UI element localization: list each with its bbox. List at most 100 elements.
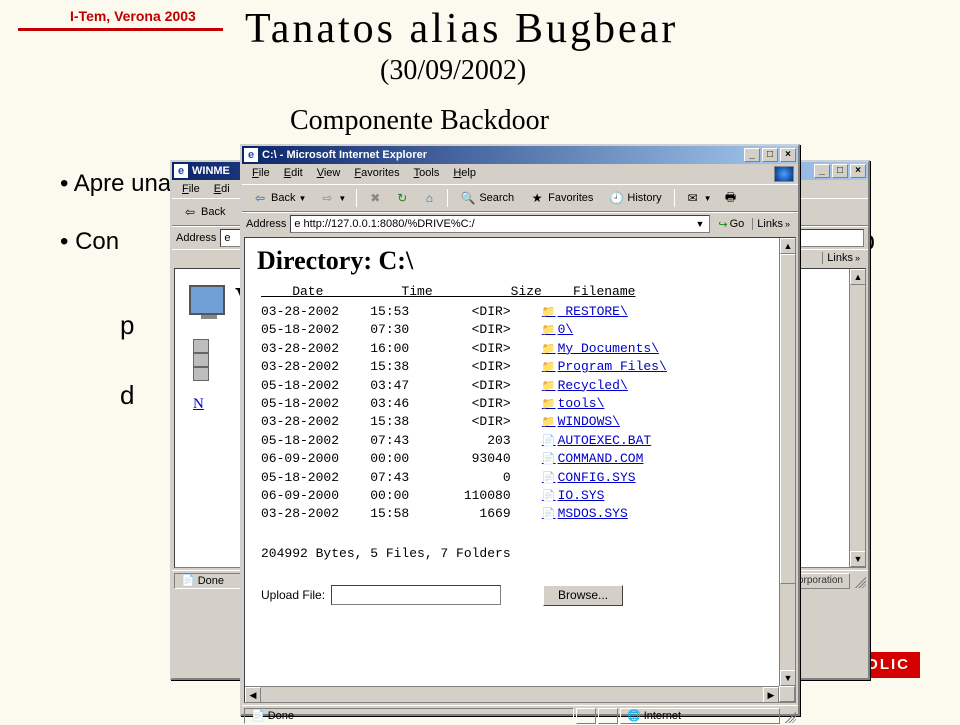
upload-path-input[interactable] <box>331 585 501 605</box>
file-link[interactable]: MSDOS.SYS <box>542 506 628 521</box>
address-dropdown[interactable]: ▼ <box>693 219 706 229</box>
forward-button[interactable]: ⇨▼ <box>315 187 350 209</box>
maximize-button[interactable]: □ <box>832 164 848 178</box>
menu-file[interactable]: File <box>246 166 276 182</box>
folder-link[interactable]: Recycled\ <box>542 378 628 393</box>
links-toolbar[interactable]: Links » <box>822 252 864 264</box>
drive-link-n[interactable]: N <box>193 396 204 412</box>
upload-label: Upload File: <box>261 588 325 602</box>
history-icon: 🕘 <box>608 190 624 206</box>
listing-row: 06-09-2000 00:00 93040 COMMAND.COM <box>261 450 763 468</box>
back-button[interactable]: ⇦Back <box>176 201 231 223</box>
mail-icon: ✉ <box>685 190 701 206</box>
window-title-directory: C:\ - Microsoft Internet Explorer <box>262 149 427 161</box>
menu-tools[interactable]: Tools <box>408 166 446 182</box>
scroll-down-button[interactable]: ▼ <box>780 670 796 686</box>
vertical-scrollbar[interactable]: ▲ ▼ <box>849 269 865 567</box>
drive-icon <box>193 339 209 353</box>
listing-row: 03-28-2002 16:00 <DIR> My Documents\ <box>261 340 763 358</box>
back-button[interactable]: ⇦Back ▼ <box>246 187 312 209</box>
print-icon: 🖶 <box>723 190 739 206</box>
maximize-button[interactable]: □ <box>762 148 778 162</box>
refresh-icon: ↻ <box>394 190 410 206</box>
folder-link[interactable]: WINDOWS\ <box>542 414 620 429</box>
slide-tag: I-Tem, Verona 2003 <box>70 8 196 24</box>
back-arrow-icon: ⇦ <box>252 190 268 206</box>
scroll-left-button[interactable]: ◀ <box>245 687 261 703</box>
file-link[interactable]: CONFIG.SYS <box>542 470 636 485</box>
minimize-button[interactable]: _ <box>744 148 760 162</box>
horizontal-scrollbar[interactable]: ◀ ▶ <box>245 686 779 702</box>
home-icon: ⌂ <box>421 190 437 206</box>
titlebar-directory[interactable]: e C:\ - Microsoft Internet Explorer _ □ … <box>242 146 798 164</box>
directory-listing: 03-28-2002 15:53 <DIR> _RESTORE\05-18-20… <box>245 303 779 532</box>
folder-link[interactable]: _RESTORE\ <box>542 304 628 319</box>
scroll-down-button[interactable]: ▼ <box>850 551 866 567</box>
close-button[interactable]: × <box>850 164 866 178</box>
menu-edit[interactable]: Edit <box>278 166 309 182</box>
globe-icon: 🌐 <box>627 709 641 722</box>
go-icon: ↪ <box>718 218 727 231</box>
menu-help[interactable]: Help <box>447 166 482 182</box>
favorites-button[interactable]: ★Favorites <box>523 187 599 209</box>
menu-view[interactable]: View <box>311 166 347 182</box>
folder-link[interactable]: Program Files\ <box>542 359 667 374</box>
slide-section: Componente Backdoor <box>290 105 549 137</box>
listing-header: Date Time Size Filename <box>245 284 779 303</box>
toolbar-directory: ⇦Back ▼ ⇨▼ ✖ ↻ ⌂ 🔍Search ★Favorites 🕘His… <box>242 184 798 212</box>
ie-brand-icon <box>774 166 794 182</box>
address-label: Address <box>176 232 216 244</box>
refresh-button[interactable]: ↻ <box>390 187 414 209</box>
scroll-up-button[interactable]: ▲ <box>780 238 796 254</box>
vertical-scrollbar[interactable]: ▲ ▼ <box>779 238 795 702</box>
home-button[interactable]: ⌂ <box>417 187 441 209</box>
resize-grip[interactable] <box>782 709 796 723</box>
menu-edit[interactable]: Edi <box>208 182 236 196</box>
browse-button[interactable]: Browse... <box>543 585 623 606</box>
file-link[interactable]: COMMAND.COM <box>542 451 644 466</box>
menubar-directory: File Edit View Favorites Tools Help <box>242 164 798 184</box>
search-button[interactable]: 🔍Search <box>454 187 520 209</box>
computer-icon <box>189 285 225 315</box>
page-icon: e <box>224 232 230 244</box>
go-button[interactable]: ↪Go <box>714 218 748 231</box>
folder-link[interactable]: tools\ <box>542 396 605 411</box>
scroll-corner <box>779 686 795 702</box>
history-button[interactable]: 🕘History <box>602 187 667 209</box>
stop-button[interactable]: ✖ <box>363 187 387 209</box>
stop-icon: ✖ <box>367 190 383 206</box>
ie-icon: e <box>174 164 188 178</box>
menu-favorites[interactable]: Favorites <box>348 166 405 182</box>
slide-subtitle: (30/09/2002) <box>380 55 526 87</box>
scroll-up-button[interactable]: ▲ <box>850 269 866 285</box>
bullet-3: p <box>120 310 134 341</box>
file-link[interactable]: AUTOEXEC.BAT <box>542 433 651 448</box>
scroll-right-button[interactable]: ▶ <box>763 687 779 703</box>
page-icon: 📄 <box>251 709 265 722</box>
status-empty-1 <box>576 708 596 724</box>
menu-file[interactable]: File <box>176 182 206 196</box>
folder-link[interactable]: 0\ <box>542 322 573 337</box>
close-button[interactable]: × <box>780 148 796 162</box>
status-done: Done <box>268 710 294 722</box>
file-link[interactable]: IO.SYS <box>542 488 605 503</box>
minimize-button[interactable]: _ <box>814 164 830 178</box>
upload-form: Upload File: Browse... <box>245 575 779 620</box>
status-empty-2 <box>598 708 618 724</box>
drive-icon <box>193 367 209 381</box>
print-button[interactable]: 🖶 <box>719 187 743 209</box>
forward-arrow-icon: ⇨ <box>319 190 335 206</box>
scroll-thumb[interactable] <box>780 254 796 584</box>
links-toolbar[interactable]: Links » <box>752 218 794 230</box>
slide-title: Tanatos alias Bugbear <box>245 5 678 53</box>
resize-grip[interactable] <box>852 574 866 588</box>
mail-button[interactable]: ✉▼ <box>681 187 716 209</box>
address-input[interactable]: e http://127.0.0.1:8080/%DRIVE%C:/ ▼ <box>290 215 710 233</box>
folder-link[interactable]: My Documents\ <box>542 341 659 356</box>
status-done: Done <box>198 575 224 587</box>
favorites-icon: ★ <box>529 190 545 206</box>
listing-summary: 204992 Bytes, 5 Files, 7 Folders <box>245 532 779 575</box>
listing-row: 03-28-2002 15:58 1669 MSDOS.SYS <box>261 505 763 523</box>
addressbar-directory: Address e http://127.0.0.1:8080/%DRIVE%C… <box>242 212 798 235</box>
page-icon: 📄 <box>181 574 195 587</box>
